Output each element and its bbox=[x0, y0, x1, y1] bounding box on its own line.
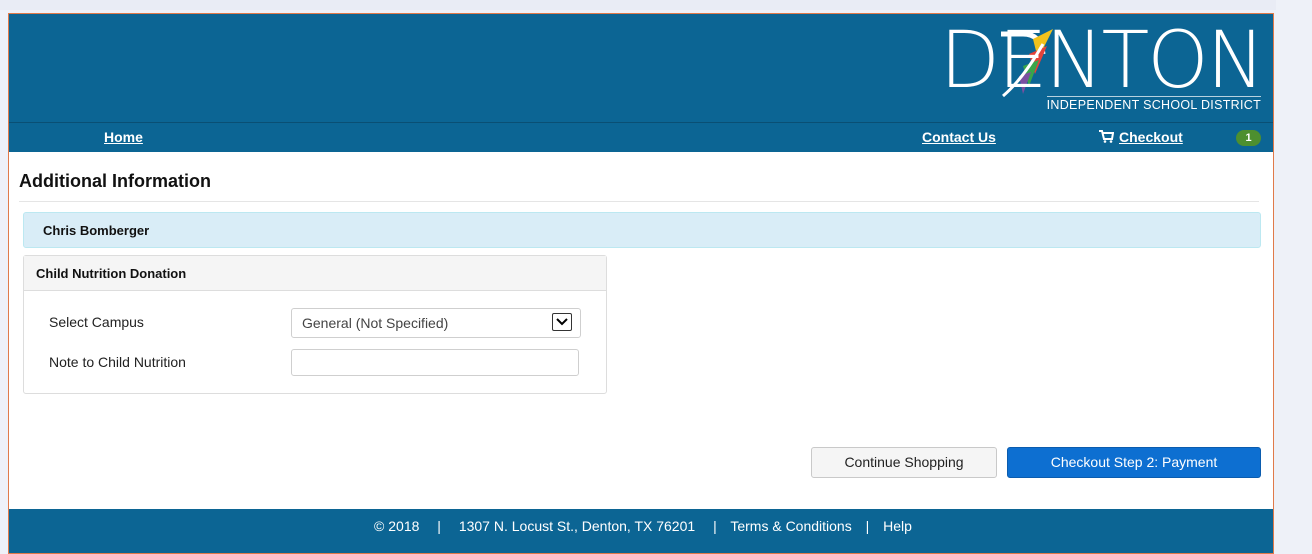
footer-separator: | bbox=[865, 518, 870, 534]
shopping-cart-icon bbox=[1098, 129, 1115, 146]
page-gutter bbox=[1276, 0, 1312, 554]
donation-panel: Child Nutrition Donation Select Campus G… bbox=[23, 255, 607, 394]
footer-copyright: © 2018 bbox=[374, 518, 420, 534]
campus-select[interactable]: General (Not Specified) bbox=[291, 308, 581, 338]
page-footer: © 2018 | 1307 N. Locust St., Denton, TX … bbox=[9, 509, 1273, 553]
note-label: Note to Child Nutrition bbox=[49, 354, 186, 370]
page-frame: DENTON INDEPENDENT SCHOOL DISTRICT Home … bbox=[8, 13, 1274, 554]
campus-label: Select Campus bbox=[49, 314, 144, 330]
footer-address: 1307 N. Locust St., Denton, TX 76201 bbox=[458, 518, 696, 534]
continue-shopping-button[interactable]: Continue Shopping bbox=[811, 447, 997, 478]
footer-help-link[interactable]: Help bbox=[883, 518, 912, 534]
footer-separator: | bbox=[713, 518, 717, 534]
note-input[interactable] bbox=[291, 349, 579, 376]
student-header: Chris Bomberger bbox=[23, 212, 1261, 248]
checkout-step2-button[interactable]: Checkout Step 2: Payment bbox=[1007, 447, 1261, 478]
footer-separator: | bbox=[437, 518, 441, 534]
nav-home-link[interactable]: Home bbox=[104, 129, 143, 145]
cart-count-badge: 1 bbox=[1236, 130, 1261, 146]
nav-contact-link[interactable]: Contact Us bbox=[922, 129, 996, 145]
page-title: Additional Information bbox=[19, 171, 211, 191]
donation-panel-title: Child Nutrition Donation bbox=[36, 266, 187, 281]
nav-checkout-link[interactable]: Checkout bbox=[1119, 129, 1183, 145]
logo-wordmark: DENTON bbox=[939, 16, 1265, 106]
footer-terms-link[interactable]: Terms & Conditions bbox=[730, 518, 851, 534]
denton-isd-logo[interactable]: DENTON INDEPENDENT SCHOOL DISTRICT bbox=[940, 16, 1265, 116]
main-nav: Home Contact Us Checkout 1 bbox=[9, 122, 1273, 152]
donation-panel-header: Child Nutrition Donation bbox=[24, 256, 606, 291]
student-name: Chris Bomberger bbox=[43, 223, 150, 238]
header-banner: DENTON INDEPENDENT SCHOOL DISTRICT bbox=[9, 14, 1273, 122]
chevron-down-icon[interactable] bbox=[552, 313, 572, 331]
campus-select-value: General (Not Specified) bbox=[302, 315, 449, 331]
title-divider bbox=[19, 201, 1259, 202]
browser-top-strip bbox=[0, 0, 1312, 10]
logo-subtitle: INDEPENDENT SCHOOL DISTRICT bbox=[1046, 96, 1261, 112]
